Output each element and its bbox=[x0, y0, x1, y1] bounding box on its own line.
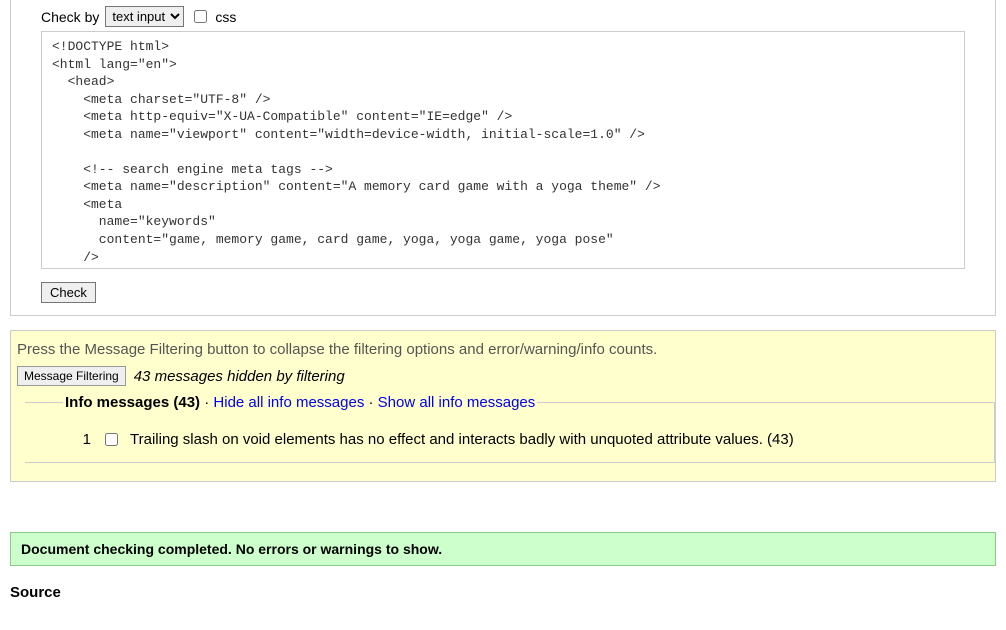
source-input[interactable] bbox=[41, 31, 965, 269]
source-heading: Source bbox=[10, 584, 996, 601]
info-count-label: Info messages (43) bbox=[65, 394, 200, 411]
message-filtering-panel: Press the Message Filtering button to co… bbox=[10, 330, 996, 482]
filter-header-row: Message Filtering 43 messages hidden by … bbox=[11, 366, 995, 386]
check-by-select[interactable]: text input bbox=[105, 6, 184, 27]
info-messages-legend: Info messages (43) · Hide all info messa… bbox=[63, 394, 537, 411]
css-checkbox[interactable] bbox=[194, 10, 207, 23]
row-number: 1 bbox=[79, 431, 91, 448]
info-message-row: 1 Trailing slash on void elements has no… bbox=[37, 431, 982, 448]
info-message-text: Trailing slash on void elements has no e… bbox=[130, 431, 794, 448]
completion-banner: Document checking completed. No errors o… bbox=[10, 532, 996, 566]
input-form-section: Check by text input css Check bbox=[10, 0, 996, 316]
hidden-messages-count: 43 messages hidden by filtering bbox=[134, 368, 345, 385]
message-toggle-checkbox[interactable] bbox=[105, 433, 118, 446]
info-messages-fieldset: Info messages (43) · Hide all info messa… bbox=[25, 394, 995, 463]
show-all-link[interactable]: Show all info messages bbox=[378, 394, 536, 411]
filter-instruction: Press the Message Filtering button to co… bbox=[11, 339, 995, 366]
hide-all-link[interactable]: Hide all info messages bbox=[213, 394, 364, 411]
message-filtering-button[interactable]: Message Filtering bbox=[17, 366, 126, 386]
check-button[interactable]: Check bbox=[41, 282, 96, 303]
check-by-label: Check by bbox=[41, 9, 99, 25]
css-label: css bbox=[215, 9, 236, 25]
check-by-row: Check by text input css bbox=[41, 6, 965, 27]
